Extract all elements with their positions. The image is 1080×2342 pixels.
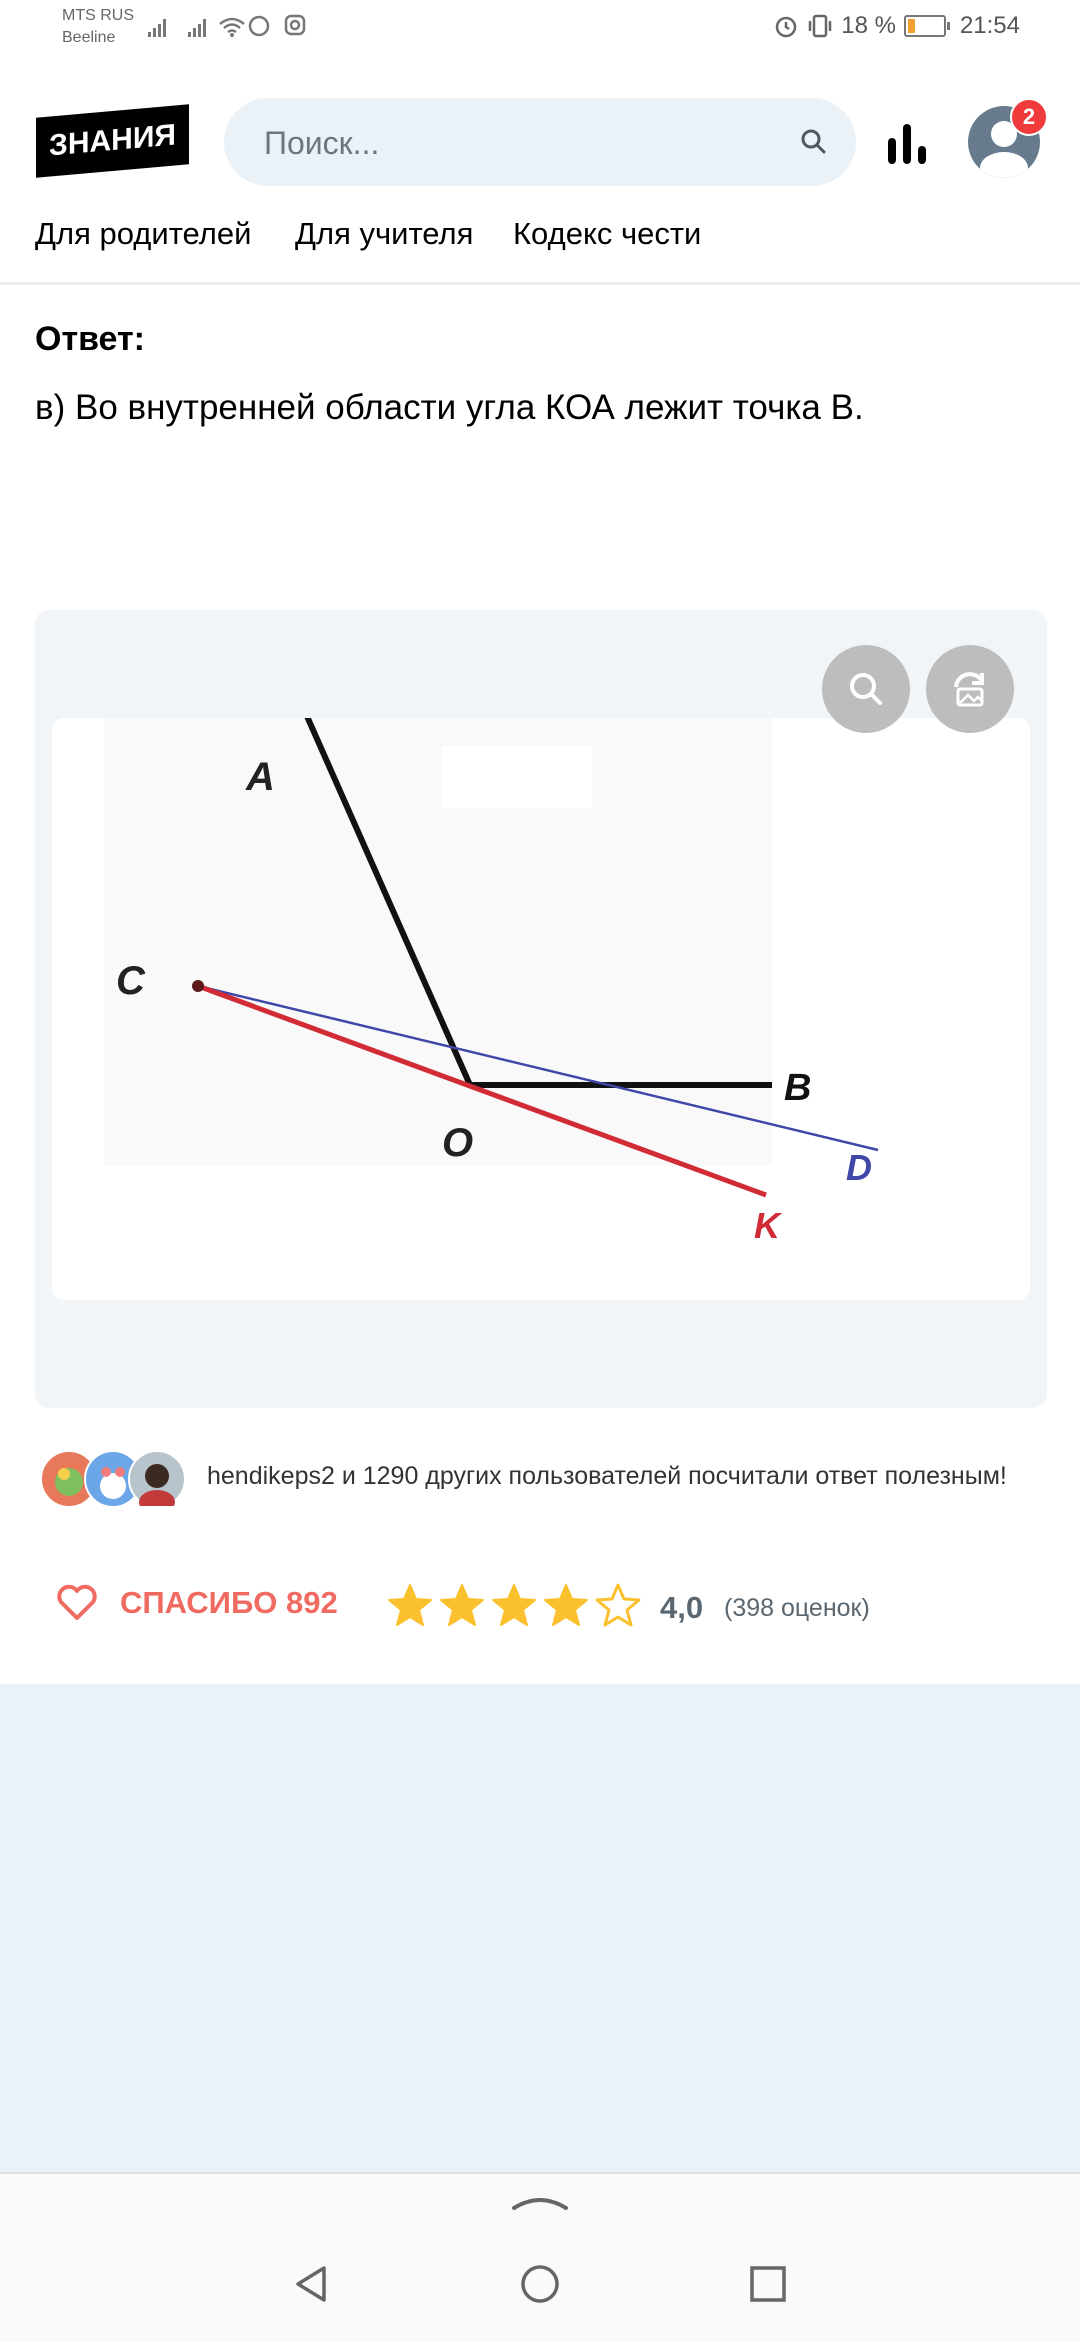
vibrate-icon <box>808 14 832 38</box>
label-k: K <box>754 1205 783 1246</box>
rotate-image-button[interactable] <box>926 645 1014 733</box>
helpful-text: hendikeps2 и 1290 других пользователей п… <box>207 1462 1007 1490</box>
carrier-name-2: Beeline <box>62 29 116 46</box>
content-background <box>0 1684 1080 2172</box>
angle-diagram: A C O B D K <box>104 712 879 1246</box>
rotate-image-icon <box>954 672 984 707</box>
figure-patch <box>442 746 592 808</box>
battery-percent: 18 % <box>841 12 896 39</box>
notification-badge: 2 <box>1010 98 1048 136</box>
expand-up-icon[interactable] <box>510 2192 570 2212</box>
label-b: B <box>784 1067 811 1109</box>
home-icon[interactable] <box>520 2264 560 2304</box>
clock: 21:54 <box>959 12 1020 39</box>
helpful-users-avatars <box>40 1450 186 1514</box>
magnifier-icon <box>850 673 882 705</box>
nav-parents-link[interactable]: Для родителей <box>35 216 251 252</box>
system-nav-bar <box>0 2172 1080 2342</box>
avatar-user-3 <box>128 1450 186 1514</box>
rating-votes: (398 оценок) <box>724 1594 870 1622</box>
zoom-button[interactable] <box>822 645 910 733</box>
status-bar: MTS RUS Beeline 18 % 21:54 <box>0 0 1080 78</box>
recents-icon[interactable] <box>748 2264 788 2304</box>
rating-stars[interactable] <box>386 1582 642 1628</box>
heart-icon <box>57 1584 97 1620</box>
star-filled-icon[interactable] <box>438 1582 486 1628</box>
star-filled-icon[interactable] <box>542 1582 590 1628</box>
answer-text: в) Во внутренней области угла КОА лежит … <box>35 388 864 427</box>
signal-wifi-icons <box>148 15 270 37</box>
nav-honor-code-link[interactable]: Кодекс чести <box>513 216 701 252</box>
star-filled-icon[interactable] <box>490 1582 538 1628</box>
answer-label: Ответ: <box>35 320 145 358</box>
label-a: A <box>245 755 275 799</box>
nav-teachers-link[interactable]: Для учителя <box>295 216 473 252</box>
search-input[interactable] <box>262 98 746 188</box>
search-icon[interactable] <box>798 126 830 158</box>
stats-icon[interactable] <box>888 120 928 164</box>
back-icon[interactable] <box>292 2264 332 2304</box>
star-filled-icon[interactable] <box>386 1582 434 1628</box>
star-empty-icon[interactable] <box>594 1582 642 1628</box>
point-c <box>192 980 204 992</box>
thanks-button[interactable]: СПАСИБО 892 <box>56 1584 338 1622</box>
geometry-figure[interactable]: A C O B D K <box>52 712 1030 1300</box>
rating-value: 4,0 <box>660 1590 704 1625</box>
search-bar[interactable] <box>224 98 856 188</box>
figure-background <box>104 718 772 1166</box>
instagram-icon <box>284 14 306 36</box>
alarm-icon <box>775 16 797 38</box>
carrier-name: MTS RUS <box>62 7 134 24</box>
status-right: 18 % 21:54 <box>773 12 1020 40</box>
label-c: C <box>116 959 146 1003</box>
battery-icon <box>903 15 950 37</box>
thanks-label: СПАСИБО 892 <box>120 1585 338 1620</box>
label-d: D <box>846 1147 872 1188</box>
label-o: O <box>442 1121 473 1165</box>
